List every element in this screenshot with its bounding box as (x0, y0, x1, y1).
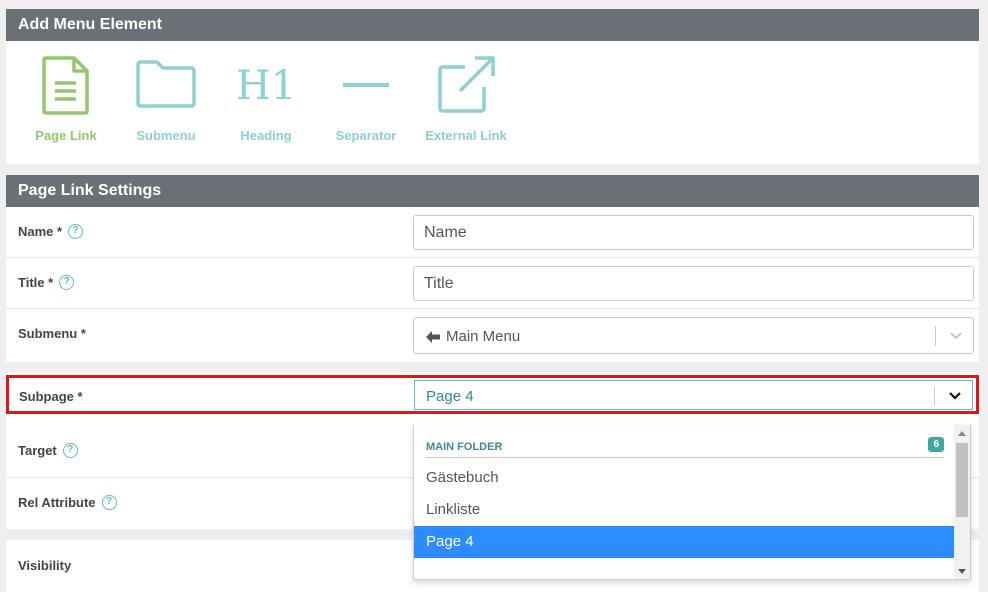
separator-line-icon (343, 83, 389, 87)
submenu-label: Submenu * (18, 326, 86, 341)
help-icon[interactable]: ? (59, 275, 75, 290)
type-page-link[interactable]: Page Link (16, 55, 116, 143)
type-separator[interactable]: Separator (316, 55, 416, 143)
add-menu-element-header: Add Menu Element (6, 9, 979, 41)
svg-text:H1: H1 (236, 63, 296, 109)
type-separator-label: Separator (335, 128, 397, 143)
dropdown-group-label: MAIN FOLDER (426, 441, 503, 453)
scroll-up-arrow-icon[interactable] (958, 431, 966, 436)
dropdown-option[interactable]: Gästebuch (414, 462, 955, 494)
type-page-link-label: Page Link (35, 128, 97, 143)
submenu-row: Submenu * Main Menu (6, 309, 979, 360)
subpage-row-highlighted: Subpage * Page 4 (6, 375, 979, 414)
name-label: Name * (18, 224, 63, 239)
scrollbar-thumb[interactable] (956, 443, 968, 517)
dropdown-option[interactable]: Linkliste (414, 494, 955, 526)
page-link-settings-header: Page Link Settings (6, 175, 979, 207)
title-row: Title *? (6, 258, 979, 309)
heading-h1-icon: H1 (236, 63, 296, 109)
help-icon[interactable]: ? (68, 224, 84, 239)
dropdown-option-selected[interactable]: Page 4 (414, 526, 955, 558)
folder-icon (136, 60, 196, 108)
target-label: Target (18, 443, 57, 458)
type-heading-label: Heading (240, 128, 292, 143)
arrow-left-icon (426, 330, 440, 343)
select-divider (935, 326, 936, 346)
page-link-settings-panel: Page Link Settings Name *? Title *? Subm… (6, 175, 979, 362)
group-count-badge: 6 (928, 437, 944, 452)
visibility-label: Visibility (18, 558, 72, 573)
subpage-value: Page 4 (426, 388, 474, 405)
name-row: Name *? (6, 207, 979, 258)
add-menu-element-panel: Add Menu Element Page Link Submenu H1 He… (6, 9, 979, 164)
help-icon[interactable]: ? (101, 495, 117, 510)
help-icon[interactable]: ? (62, 443, 78, 458)
chevron-down-icon[interactable] (948, 389, 962, 403)
subpage-select[interactable]: Page 4 (414, 380, 973, 410)
type-submenu[interactable]: Submenu (116, 55, 216, 143)
type-external-link-label: External Link (425, 128, 507, 143)
subpage-dropdown: MAIN FOLDER 6 Gästebuch Linkliste Page 4 (413, 425, 971, 580)
dropdown-scrollbar[interactable] (954, 425, 970, 579)
menu-element-types: Page Link Submenu H1 Heading Separator E… (6, 41, 979, 164)
title-input[interactable] (413, 266, 974, 301)
type-submenu-label: Submenu (136, 128, 196, 143)
submenu-select[interactable]: Main Menu (413, 317, 974, 354)
type-heading[interactable]: H1 Heading (216, 55, 316, 143)
scroll-down-arrow-icon[interactable] (958, 569, 966, 574)
select-divider (934, 386, 935, 406)
subpage-label: Subpage * (19, 389, 83, 404)
name-input[interactable] (413, 215, 974, 250)
title-label: Title * (18, 275, 54, 290)
external-link-icon (438, 56, 495, 113)
submenu-value: Main Menu (446, 328, 521, 345)
rel-attribute-label: Rel Attribute (18, 495, 96, 510)
chevron-down-icon[interactable] (949, 328, 963, 342)
type-external-link[interactable]: External Link (416, 55, 516, 143)
page-icon (42, 56, 89, 115)
